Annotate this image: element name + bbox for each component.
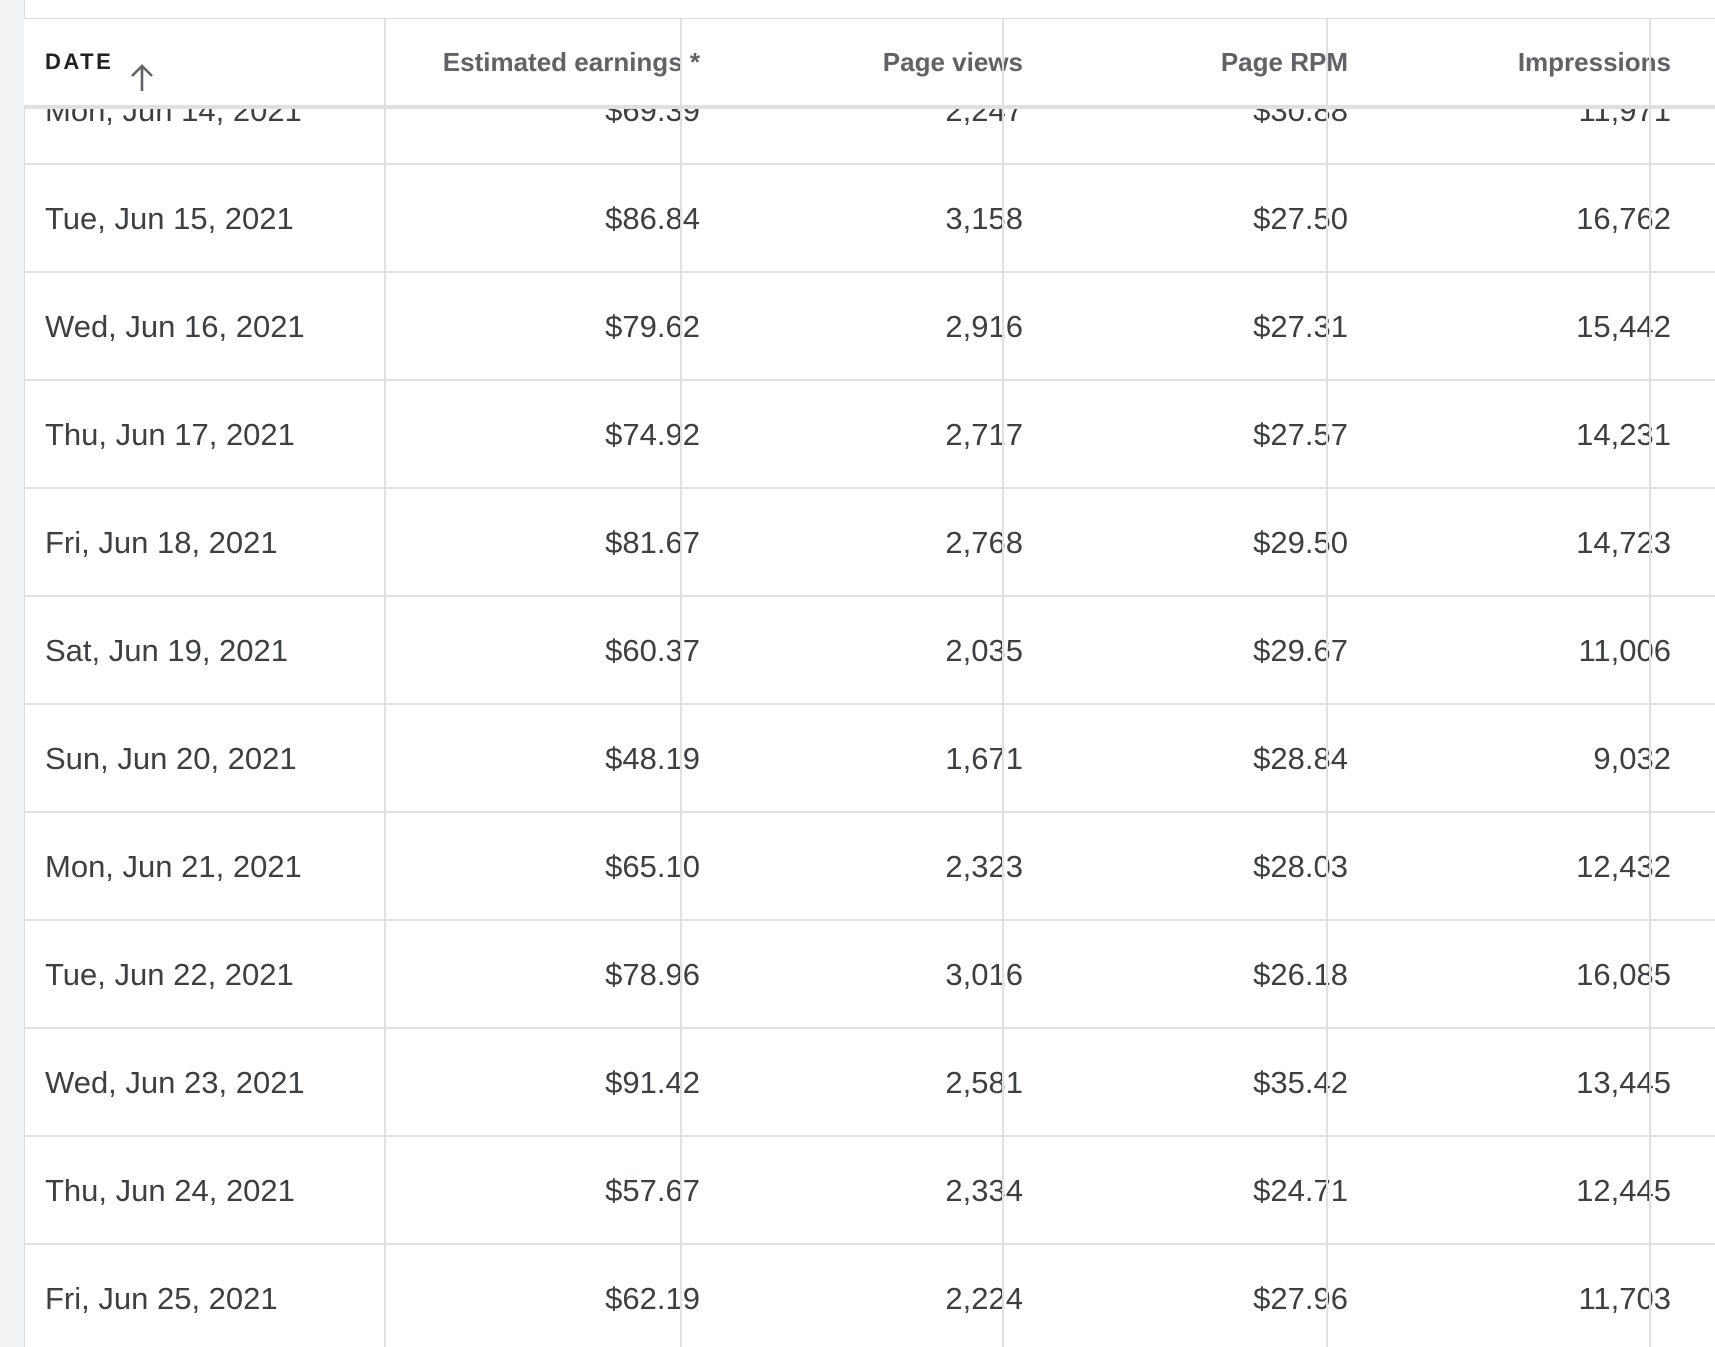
cell-estimated-earnings: $74.92 (605, 417, 700, 452)
cell-estimated-earnings: $60.37 (605, 633, 700, 668)
cell-page-views: 3,158 (945, 201, 1023, 236)
cell-date: Mon, Jun 21, 2021 (45, 849, 302, 884)
column-header-estimated-earnings[interactable]: Estimated earnings * (396, 19, 700, 105)
header-column-divider (680, 19, 682, 105)
cell-page-rpm: $27.57 (1253, 417, 1348, 452)
cell-page-rpm: $29.50 (1253, 525, 1348, 560)
column-header-page-rpm[interactable]: Page RPM (1045, 19, 1348, 105)
header-column-divider (1649, 19, 1651, 105)
header-column-divider (384, 19, 386, 105)
cell-page-views: 2,334 (945, 1173, 1023, 1208)
cell-estimated-earnings: $78.96 (605, 957, 700, 992)
cell-page-rpm: $27.31 (1253, 309, 1348, 344)
column-header-page-views[interactable]: Page views (721, 19, 1023, 105)
cell-page-rpm: $24.71 (1253, 1173, 1348, 1208)
earnings-report-table: Mon, Jun 14, 2021 $69.39 2,247 $30.88 11… (0, 0, 1715, 1347)
cell-impressions: 12,445 (1576, 1173, 1671, 1208)
cell-estimated-earnings: $57.67 (605, 1173, 700, 1208)
cell-impressions: 12,432 (1576, 849, 1671, 884)
column-divider (384, 18, 386, 1347)
column-divider (680, 18, 682, 1347)
table-body: Mon, Jun 14, 2021 $69.39 2,247 $30.88 11… (24, 0, 1715, 1347)
cell-impressions: 14,723 (1576, 525, 1671, 560)
table-row[interactable]: Tue, Jun 15, 2021 $86.84 3,158 $27.50 16,762 (24, 165, 1715, 273)
table-header: DATE Estimated earnings * Page views Pag… (24, 19, 1715, 109)
cell-impressions: 11,006 (1578, 633, 1671, 668)
cell-estimated-earnings: $62.19 (605, 1281, 700, 1316)
cell-date: Wed, Jun 16, 2021 (45, 309, 305, 344)
cell-page-views: 2,224 (945, 1281, 1023, 1316)
cell-date: Tue, Jun 15, 2021 (45, 201, 294, 236)
cell-page-rpm: $26.18 (1253, 957, 1348, 992)
left-gutter (0, 0, 25, 1347)
cell-impressions: 14,231 (1576, 417, 1671, 452)
cell-page-views: 2,035 (945, 633, 1023, 668)
cell-estimated-earnings: $86.84 (605, 201, 700, 236)
cell-page-views: 1,671 (945, 741, 1023, 776)
cell-page-views: 2,916 (945, 309, 1023, 344)
table-row[interactable]: Thu, Jun 24, 2021 $57.67 2,334 $24.71 12,445 (24, 1137, 1715, 1245)
cell-date: Fri, Jun 18, 2021 (45, 525, 278, 560)
cell-estimated-earnings: $65.10 (605, 849, 700, 884)
cell-page-rpm: $28.84 (1253, 741, 1348, 776)
cell-page-rpm: $29.67 (1253, 633, 1348, 668)
cell-estimated-earnings: $81.67 (605, 525, 700, 560)
table-row[interactable]: Wed, Jun 23, 2021 $91.42 2,581 $35.42 13,445 (24, 1029, 1715, 1137)
header-column-divider (1002, 19, 1004, 105)
cell-impressions: 15,442 (1576, 309, 1671, 344)
cell-impressions: 16,085 (1576, 957, 1671, 992)
cell-date: Tue, Jun 22, 2021 (45, 957, 294, 992)
cell-date: Sat, Jun 19, 2021 (45, 633, 289, 668)
cell-impressions: 16,762 (1576, 201, 1671, 236)
column-header-date-label: DATE (45, 49, 114, 74)
cell-page-views: 3,016 (945, 957, 1023, 992)
table-row[interactable]: Thu, Jun 17, 2021 $74.92 2,717 $27.57 14,231 (24, 381, 1715, 489)
table-row[interactable]: Tue, Jun 22, 2021 $78.96 3,016 $26.18 16,085 (24, 921, 1715, 1029)
cell-impressions: 9,032 (1593, 741, 1671, 776)
table-row[interactable]: Wed, Jun 16, 2021 $79.62 2,916 $27.31 15,442 (24, 273, 1715, 381)
table-row[interactable]: Mon, Jun 21, 2021 $65.10 2,323 $28.03 12,432 (24, 813, 1715, 921)
cell-page-views: 2,323 (945, 849, 1023, 884)
header-column-divider (1326, 19, 1328, 105)
table-row[interactable]: Sun, Jun 20, 2021 $48.19 1,671 $28.84 9,032 (24, 705, 1715, 813)
cell-estimated-earnings: $79.62 (605, 309, 700, 344)
cell-page-rpm: $27.96 (1253, 1281, 1348, 1316)
table-row[interactable]: Fri, Jun 18, 2021 $81.67 2,768 $29.50 14,723 (24, 489, 1715, 597)
cell-impressions: 13,445 (1576, 1065, 1671, 1100)
table-row[interactable]: Fri, Jun 25, 2021 $62.19 2,224 $27.96 11,703 (24, 1245, 1715, 1347)
arrow-up-icon[interactable] (129, 43, 155, 91)
cell-date: Fri, Jun 25, 2021 (45, 1281, 278, 1316)
column-divider (1649, 18, 1651, 1347)
cell-estimated-earnings: $48.19 (605, 741, 700, 776)
cell-date: Thu, Jun 24, 2021 (45, 1173, 295, 1208)
cell-date: Thu, Jun 17, 2021 (45, 417, 295, 452)
cell-page-views: 2,768 (945, 525, 1023, 560)
table-row[interactable]: Sat, Jun 19, 2021 $60.37 2,035 $29.67 11,006 (24, 597, 1715, 705)
column-divider (1326, 18, 1328, 1347)
column-divider (1002, 18, 1004, 1347)
cell-page-views: 2,717 (945, 417, 1023, 452)
cell-impressions: 11,703 (1578, 1281, 1671, 1316)
cell-estimated-earnings: $91.42 (605, 1065, 700, 1100)
cell-date: Wed, Jun 23, 2021 (45, 1065, 305, 1100)
cell-page-rpm: $27.50 (1253, 201, 1348, 236)
cell-date: Sun, Jun 20, 2021 (45, 741, 297, 776)
cell-page-rpm: $35.42 (1253, 1065, 1348, 1100)
cell-page-rpm: $28.03 (1253, 849, 1348, 884)
column-header-impressions[interactable]: Impressions (1369, 19, 1671, 105)
cell-page-views: 2,581 (945, 1065, 1023, 1100)
column-header-date[interactable]: DATE (45, 19, 365, 105)
